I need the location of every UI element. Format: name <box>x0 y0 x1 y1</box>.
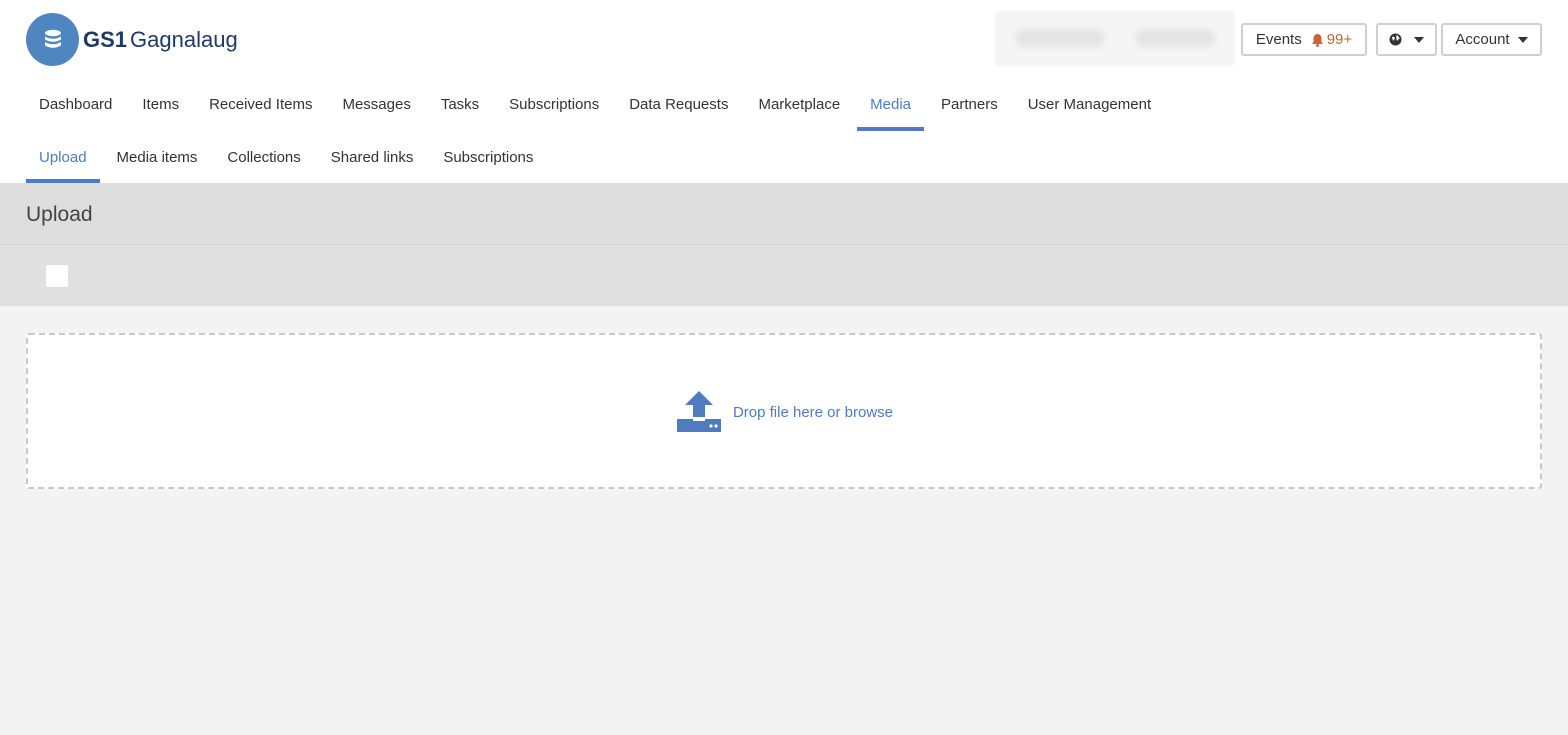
subnav-item-subscriptions[interactable]: Subscriptions <box>430 137 546 183</box>
nav-item-items[interactable]: Items <box>129 85 192 131</box>
page-title-bar: Upload <box>0 183 1568 245</box>
account-label: Account <box>1455 31 1510 48</box>
events-badge: 99+ <box>1305 31 1352 48</box>
nav-item-subscriptions[interactable]: Subscriptions <box>496 85 612 131</box>
upload-tray-icon <box>676 391 721 432</box>
subnav-item-media-items[interactable]: Media items <box>104 137 211 183</box>
account-button[interactable]: Account <box>1441 23 1542 56</box>
bell-icon <box>1311 33 1323 47</box>
page-title: Upload <box>26 203 93 226</box>
redacted-chip <box>1135 29 1215 47</box>
chevron-down-icon <box>1517 36 1528 43</box>
sub-nav: Upload Media items Collections Shared li… <box>26 137 546 183</box>
nav-item-messages[interactable]: Messages <box>329 85 423 131</box>
nav-item-tasks[interactable]: Tasks <box>428 85 492 131</box>
redacted-user-info <box>995 11 1235 66</box>
nav-item-partners[interactable]: Partners <box>928 85 1011 131</box>
events-label: Events <box>1255 31 1302 48</box>
top-header: GS1 Gagnalaug Events 99+ Account Dashboar… <box>0 0 1568 183</box>
subnav-item-shared-links[interactable]: Shared links <box>318 137 427 183</box>
globe-icon <box>1389 33 1402 46</box>
dropzone-text[interactable]: Drop file here or browse <box>733 404 893 421</box>
language-button[interactable] <box>1376 23 1437 56</box>
nav-item-user-management[interactable]: User Management <box>1015 85 1164 131</box>
redacted-chip <box>1015 29 1105 47</box>
toolbar <box>0 245 1568 306</box>
subnav-item-collections[interactable]: Collections <box>214 137 313 183</box>
subnav-item-upload[interactable]: Upload <box>26 137 100 183</box>
select-all-checkbox[interactable] <box>46 265 68 287</box>
chevron-down-icon <box>1414 36 1424 43</box>
nav-item-marketplace[interactable]: Marketplace <box>745 85 853 131</box>
brand-logo[interactable]: GS1 Gagnalaug <box>26 13 238 66</box>
nav-item-received-items[interactable]: Received Items <box>196 85 325 131</box>
nav-item-media[interactable]: Media <box>857 85 924 131</box>
dropzone-content: Drop file here or browse <box>676 391 893 433</box>
brand-name: GS1 Gagnalaug <box>83 27 238 53</box>
nav-item-data-requests[interactable]: Data Requests <box>616 85 741 131</box>
file-dropzone[interactable]: Drop file here or browse <box>26 333 1542 489</box>
events-button[interactable]: Events 99+ <box>1241 23 1367 56</box>
events-count: 99+ <box>1326 31 1353 48</box>
brand-title: Gagnalaug <box>130 26 238 52</box>
nav-item-dashboard[interactable]: Dashboard <box>26 85 125 131</box>
brand-gs1: GS1 <box>83 26 128 52</box>
main-nav: Dashboard Items Received Items Messages … <box>26 85 1164 131</box>
database-icon <box>26 13 79 66</box>
